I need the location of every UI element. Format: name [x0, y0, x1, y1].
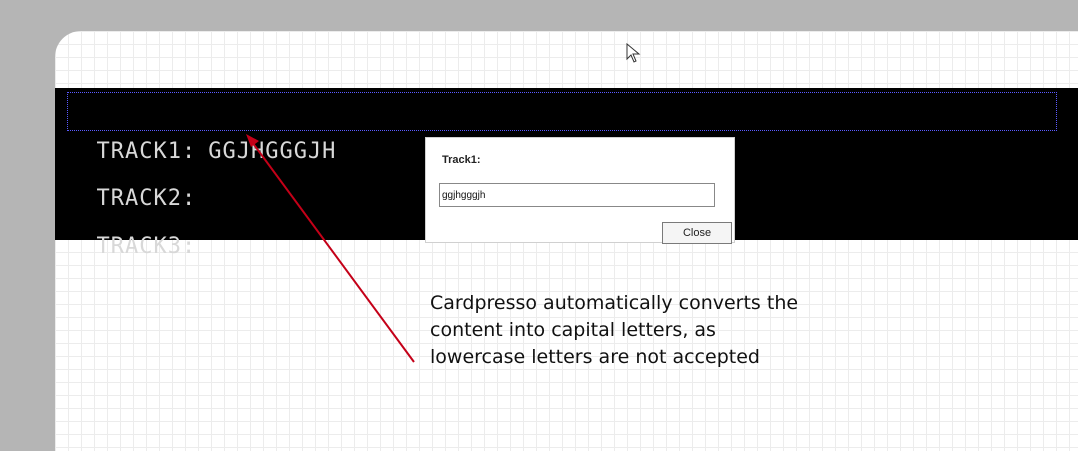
track1-selection-box[interactable] [67, 92, 1057, 131]
track2-field[interactable]: TRACK2: [68, 145, 208, 211]
annotation-text: Cardpresso automatically converts the co… [430, 292, 799, 368]
track1-value: GGJHGGGJH [208, 139, 337, 164]
track3-field[interactable]: TRACK3: [68, 193, 208, 259]
close-button[interactable]: Close [662, 222, 732, 244]
mouse-pointer-icon [626, 43, 641, 63]
track3-label: TRACK3: [96, 234, 197, 259]
dialog-title: Track1: [442, 154, 481, 166]
track-edit-dialog: Track1: Close [425, 137, 735, 244]
track1-input[interactable] [439, 183, 715, 207]
